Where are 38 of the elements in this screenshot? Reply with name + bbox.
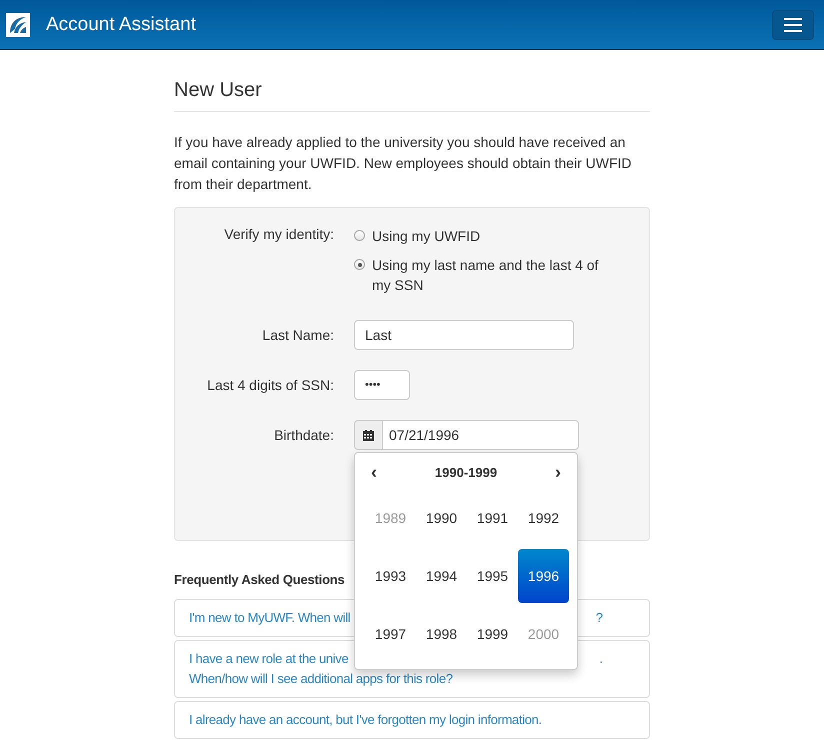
year-option[interactable]: 1990 [416,491,467,545]
decade-title: 1990-1999 [434,464,498,480]
year-option[interactable]: 1996 [518,549,569,603]
year-option[interactable]: 1994 [416,549,467,603]
radio-button[interactable] [354,230,365,241]
faq-link[interactable]: When/how will I see additional apps for this role? [189,669,453,689]
year-option[interactable]: 1999 [467,607,518,661]
last-name-field[interactable]: Last [354,320,574,350]
faq-link[interactable]: I have a new role at the unive [189,649,348,669]
faq-link[interactable]: I'm new to MyUWF. When will [189,608,350,628]
field-label: Last 4 digits of SSN: [206,376,335,395]
calendar-icon [363,430,374,440]
intro-paragraph: If you have already applied to the university you should have received an email containing your UWFID. New employees should obtain their UWFID from their department. [174,133,633,194]
radio-button[interactable] [354,259,365,270]
birthdate-field[interactable]: 07/21/1996 [382,420,579,450]
logo-icon [6,12,30,36]
field-label: Verify my identity: [223,226,335,244]
year-option[interactable]: 1993 [365,549,416,603]
radio-option[interactable]: Using my last name and the last 4 of my SSN [354,255,614,295]
app-title: Account Assistant [46,14,197,36]
previous-button[interactable]: ‹ [359,462,389,482]
year-option[interactable]: 1997 [365,607,416,661]
menu-icon [784,18,802,32]
page-heading: New User [174,79,650,112]
faq-link[interactable]: ? [596,608,603,628]
year-option[interactable]: 1992 [518,491,569,545]
year-option[interactable]: 1998 [416,607,467,661]
field-label: Last Name: [261,326,335,345]
next-button[interactable]: › [542,462,573,482]
field-label: Birthdate: [273,426,335,445]
faq-link[interactable]: . [599,649,603,669]
menu-button[interactable] [772,10,814,40]
year-option[interactable]: 1995 [467,549,518,603]
year-option[interactable]: 1991 [467,491,518,545]
radio-option[interactable]: Using my UWFID [354,226,614,246]
faq-heading: Frequently Asked Questions [174,572,346,587]
ssn-field[interactable]: •••• [354,370,410,400]
calendar-button[interactable] [354,420,382,450]
